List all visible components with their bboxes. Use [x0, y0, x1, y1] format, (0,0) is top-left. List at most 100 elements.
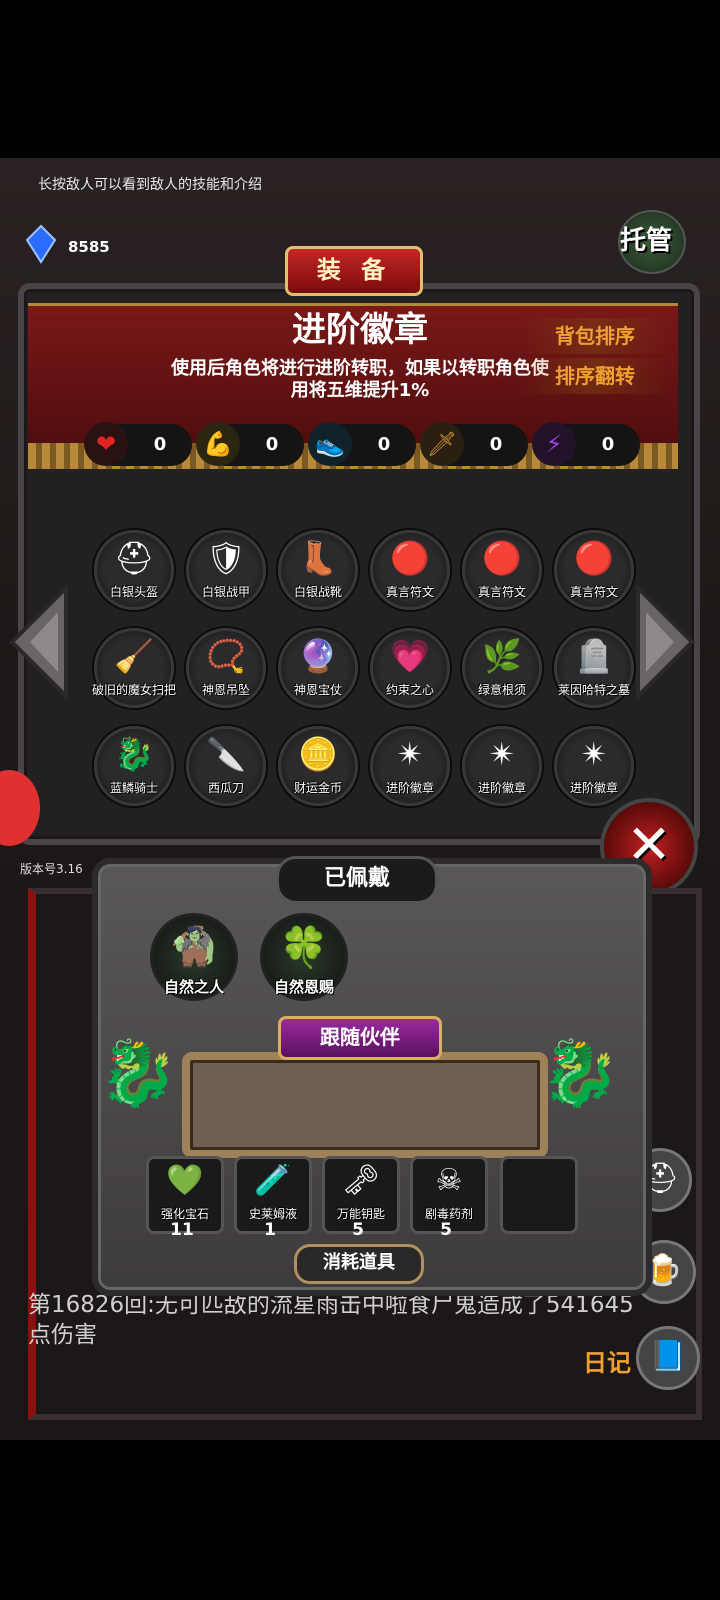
consumable-icon: 🗝: [341, 1163, 381, 1198]
equipped-item-name: 自然之人: [163, 978, 224, 996]
equipped-slot[interactable]: 🧌 自然之人: [150, 913, 238, 1001]
item-name: 神恩吊坠: [201, 683, 250, 697]
item-icon: ✴: [396, 735, 424, 773]
inventory-slot[interactable]: 🪦 莱因哈特之墓: [554, 628, 634, 708]
diary-label: 日记: [583, 1349, 631, 1377]
item-name: 约束之心: [385, 683, 434, 697]
item-name: 绿意根须: [477, 683, 526, 697]
item-name: 西瓜刀: [207, 781, 244, 795]
item-icon: 🔴: [574, 539, 614, 577]
nature-gift-icon: 🍀: [279, 925, 329, 971]
log-line: 第16826回:无可匹敌的流星雨击中啦食尸鬼造成了541645点伤害: [28, 1292, 634, 1348]
selected-item-description: 使用后角色将进行进阶转职，如果以转职角色使用将五维提升1%: [171, 358, 549, 401]
consumable-icon: ☠: [435, 1163, 463, 1198]
item-icon: 🔴: [482, 539, 522, 577]
item-icon: 🛡: [205, 539, 247, 577]
item-icon: 🔴: [390, 539, 430, 577]
item-name: 破旧的魔女扫把: [91, 683, 176, 697]
companion-tab: 跟随伙伴: [278, 1016, 442, 1060]
item-name: 真言符文: [385, 585, 434, 599]
strength-icon: 💪: [196, 422, 240, 466]
version-label: 版本号3.16: [20, 862, 83, 876]
item-icon: 💗: [390, 637, 430, 675]
item-name: 进阶徽章: [477, 781, 526, 795]
item-icon: 🔮: [298, 637, 338, 675]
item-icon: 🔪: [206, 735, 246, 773]
stat-attack: 🗡 0: [420, 422, 528, 466]
consumable-slot-empty[interactable]: [500, 1156, 578, 1234]
item-name: 真言符文: [569, 585, 618, 599]
inventory-slot[interactable]: 🪙 财运金币: [278, 726, 358, 806]
consumable-count: 5: [440, 1220, 452, 1240]
item-name: 白银战甲: [201, 585, 250, 599]
magic-icon: ⚡: [532, 422, 576, 466]
speed-icon: 👟: [308, 422, 352, 466]
auto-play-label: 托管: [620, 226, 673, 256]
consumable-count: 5: [352, 1220, 364, 1240]
item-icon: 🪦: [574, 637, 614, 675]
inventory-slot[interactable]: 📿 神恩吊坠: [186, 628, 266, 708]
inventory-slot[interactable]: ✴ 进阶徽章: [462, 726, 542, 806]
inventory-slot[interactable]: 💗 约束之心: [370, 628, 450, 708]
diary-book-icon[interactable]: 📘: [636, 1326, 700, 1390]
item-name: 白银战靴: [293, 585, 342, 599]
item-icon: 🧹: [114, 637, 154, 675]
inventory-slot[interactable]: 🔴 真言符文: [554, 530, 634, 610]
consumable-icon: 💚: [166, 1163, 204, 1198]
item-name: 进阶徽章: [569, 781, 618, 795]
heart-icon: ❤: [84, 422, 128, 466]
equipped-tab: 已佩戴: [276, 856, 438, 904]
item-icon: ⛑: [113, 539, 155, 577]
inventory-slot[interactable]: ✴ 进阶徽章: [554, 726, 634, 806]
consumables-tab: 消耗道具: [294, 1244, 424, 1284]
item-icon: ✴: [488, 735, 516, 773]
prev-page-arrow[interactable]: [8, 582, 68, 702]
tip-text: 长按敌人可以看到敌人的技能和介绍: [38, 177, 262, 193]
stat-magic: ⚡ 0: [532, 422, 640, 466]
game-scene: 长按敌人可以看到敌人的技能和介绍 8585 托管 装 备 进阶徽章 使用后角色将…: [0, 158, 720, 1440]
sort-bag-button[interactable]: 背包排序: [520, 318, 670, 354]
item-name: 蓝鳞骑士: [109, 781, 158, 795]
dragon-statue-right: 🐉: [540, 1037, 620, 1111]
equipped-item-name: 自然恩赐: [273, 978, 334, 996]
sword-icon: 🗡: [420, 422, 464, 466]
item-icon: 🪙: [298, 735, 338, 773]
reverse-sort-button[interactable]: 排序翻转: [520, 358, 670, 394]
item-name: 进阶徽章: [385, 781, 434, 795]
nature-man-icon: 🧌: [169, 925, 219, 971]
companion-slot[interactable]: [182, 1052, 548, 1158]
item-name: 莱因哈特之墓: [557, 683, 630, 697]
item-name: 财运金币: [293, 781, 342, 795]
equipment-tab[interactable]: 装 备: [285, 246, 423, 296]
next-page-arrow[interactable]: [636, 582, 696, 702]
equipped-slot[interactable]: 🍀 自然恩赐: [260, 913, 348, 1001]
stat-hp: ❤ 0: [84, 422, 192, 466]
item-icon: ✴: [580, 735, 608, 773]
inventory-slot[interactable]: 👢 白银战靴: [278, 530, 358, 610]
item-icon: 👢: [298, 539, 338, 577]
consumable-count: 11: [170, 1220, 194, 1240]
item-name: 真言符文: [477, 585, 526, 599]
item-icon: 🌿: [482, 637, 522, 675]
inventory-slot[interactable]: 🧹 破旧的魔女扫把: [92, 628, 176, 708]
stat-strength: 💪 0: [196, 422, 304, 466]
consumable-count: 1: [264, 1220, 276, 1240]
item-icon: 📿: [206, 637, 246, 675]
item-name: 白银头盔: [109, 585, 158, 599]
inventory-slot[interactable]: 🛡 白银战甲: [186, 530, 266, 610]
stat-speed: 👟 0: [308, 422, 416, 466]
gem-count: 8585: [68, 238, 110, 256]
inventory-slot[interactable]: 🔴 真言符文: [370, 530, 450, 610]
inventory-slot[interactable]: 🔴 真言符文: [462, 530, 542, 610]
inventory-slot[interactable]: 🔪 西瓜刀: [186, 726, 266, 806]
inventory-slot[interactable]: ✴ 进阶徽章: [370, 726, 450, 806]
inventory-slot[interactable]: ⛑ 白银头盔: [94, 530, 174, 610]
dragon-statue-left: 🐉: [98, 1037, 178, 1111]
item-name: 神恩宝仗: [293, 683, 342, 697]
inventory-slot[interactable]: 🐉 蓝鳞骑士: [94, 726, 174, 806]
item-icon: 🐉: [114, 735, 154, 773]
inventory-slot[interactable]: 🌿 绿意根须: [462, 628, 542, 708]
consumable-icon: 🧪: [254, 1163, 292, 1198]
inventory-slot[interactable]: 🔮 神恩宝仗: [278, 628, 358, 708]
gem-icon: [24, 224, 58, 264]
